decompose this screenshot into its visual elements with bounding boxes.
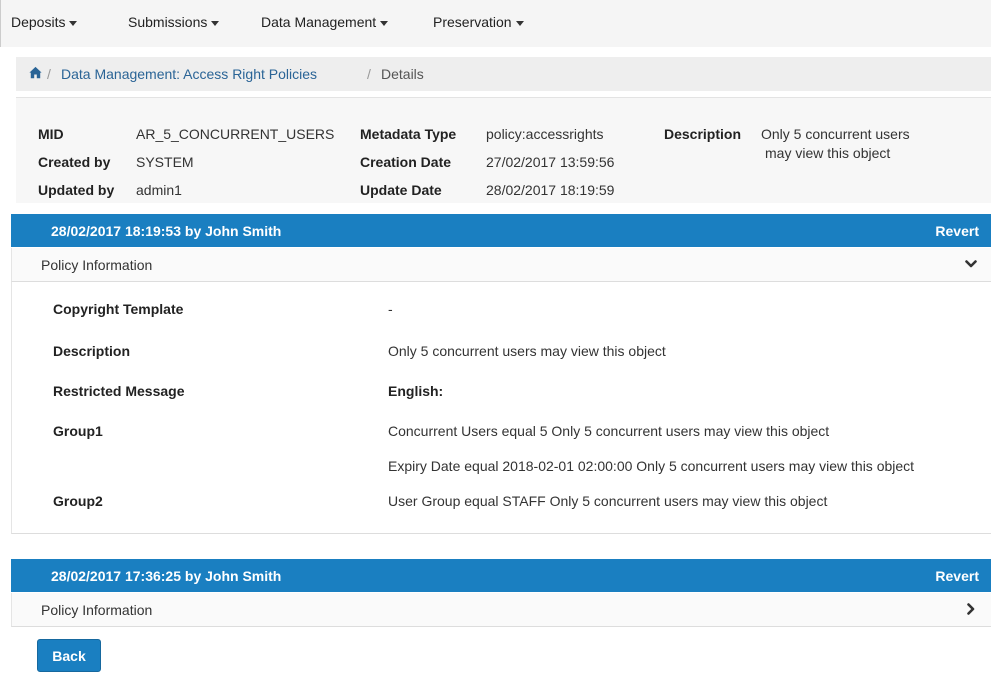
menu-deposits-label: Deposits [11,14,66,30]
menu-deposits[interactable]: Deposits [11,14,78,30]
revert-button[interactable]: Revert [935,568,979,584]
policy-details: Copyright Template - Description Only 5 … [11,282,991,534]
description-row-value: Only 5 concurrent users may view this ob… [388,343,666,359]
metadata-type-label: Metadata Type [360,126,457,142]
policy-information-toggle[interactable]: Policy Information [11,248,991,282]
updated-by-label: Updated by [38,182,115,198]
caret-down-icon [211,20,220,26]
policy-information-title: Policy Information [41,602,153,618]
history-header: 28/02/2017 17:36:25 by John Smith Revert [11,559,991,592]
breadcrumb: / Data Management: Access Right Policies… [16,57,991,91]
history-date: 28/02/2017 17:36:25 by John Smith [51,568,282,584]
top-nav: Deposits Submissions Data Management Pre… [0,0,991,47]
caret-down-icon [380,20,389,26]
breadcrumb-current: Details [381,66,424,82]
creation-date-value: 27/02/2017 13:59:56 [486,154,615,170]
caret-down-icon [69,20,78,26]
created-by-label: Created by [38,154,111,170]
policy-information-title: Policy Information [41,257,153,273]
chevron-down-icon [965,260,977,268]
metadata-type-value: policy:accessrights [486,126,604,142]
group1-label: Group1 [53,423,103,439]
breadcrumb-separator: / [367,66,371,82]
history-date: 28/02/2017 18:19:53 by John Smith [51,223,282,239]
copyright-template-value: - [388,301,393,317]
update-date-value: 28/02/2017 18:19:59 [486,182,615,198]
breadcrumb-section-link[interactable]: Data Management: Access Right Policies [61,66,317,82]
description-value-line2: may view this object [765,145,891,161]
history-header: 28/02/2017 18:19:53 by John Smith Revert [11,214,991,247]
restricted-message-value: English: [388,383,444,399]
home-icon[interactable] [29,66,42,79]
updated-by-value: admin1 [136,182,182,198]
menu-submissions-label: Submissions [128,14,208,30]
menu-data-management-label: Data Management [261,14,377,30]
creation-date-label: Creation Date [360,154,452,170]
mid-label: MID [38,126,64,142]
copyright-template-label: Copyright Template [53,301,184,317]
group2-value: User Group equal STAFF Only 5 concurrent… [388,493,828,509]
description-row-label: Description [53,343,131,359]
revert-button[interactable]: Revert [935,223,979,239]
breadcrumb-separator: / [47,66,51,82]
back-button[interactable]: Back [37,639,101,672]
group1-value-2: Expiry Date equal 2018-02-01 02:00:00 On… [388,458,915,474]
group2-label: Group2 [53,493,103,509]
description-value-line1: Only 5 concurrent users [761,126,910,142]
created-by-value: SYSTEM [136,154,194,170]
mid-value: AR_5_CONCURRENT_USERS [136,126,335,142]
policy-information-toggle[interactable]: Policy Information [11,593,991,627]
group1-value-1: Concurrent Users equal 5 Only 5 concurre… [388,423,830,439]
update-date-label: Update Date [360,182,442,198]
menu-preservation-label: Preservation [433,14,512,30]
restricted-message-label: Restricted Message [53,383,185,399]
metadata-summary: MID AR_5_CONCURRENT_USERS Created by SYS… [16,97,991,203]
menu-data-management[interactable]: Data Management [261,14,389,30]
menu-preservation[interactable]: Preservation [433,14,524,30]
menu-submissions[interactable]: Submissions [128,14,220,30]
caret-down-icon [515,20,524,26]
description-label: Description [664,126,742,142]
chevron-right-icon [967,603,975,615]
